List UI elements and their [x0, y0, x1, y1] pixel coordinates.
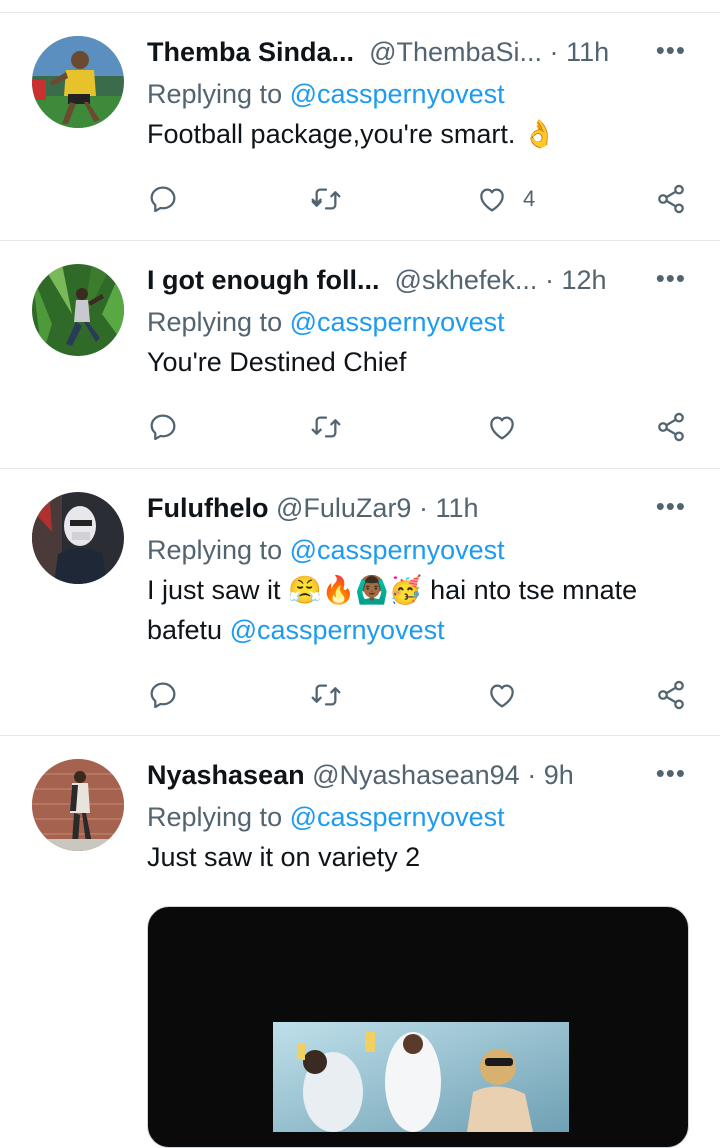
replying-to-mention[interactable]: @casspernyovest	[290, 307, 505, 337]
author-handle[interactable]: @skhefek...	[394, 265, 537, 295]
replying-to-line: Replying to @casspernyovest	[147, 530, 692, 570]
author-name[interactable]: I got enough foll...	[147, 265, 379, 295]
more-options-icon[interactable]: •••	[656, 263, 686, 293]
more-options-icon[interactable]: •••	[656, 491, 686, 521]
heart-icon	[490, 684, 514, 708]
replying-to-label: Replying to	[147, 802, 283, 832]
share-icon	[658, 412, 684, 442]
author-handle[interactable]: @ThembaSi...	[369, 37, 542, 67]
replying-to-label: Replying to	[147, 307, 283, 337]
timestamp[interactable]: 12h	[561, 265, 606, 295]
tweet-text-end: hai nto tse mnate	[430, 575, 638, 605]
replying-to-line: Replying to @casspernyovest	[147, 797, 692, 837]
separator-dot: ·	[527, 760, 537, 790]
share-icon	[658, 184, 684, 214]
reaction-emojis: 😤🔥🙆🏾‍♂️🥳	[288, 575, 423, 605]
like-button[interactable]	[485, 675, 519, 715]
heart-icon	[490, 416, 514, 440]
share-button[interactable]	[654, 407, 688, 447]
tweet-3[interactable]: Fulufhelo @FuluZar9 · 11h ••• Replying t…	[0, 469, 720, 736]
tweet-2[interactable]: I got enough foll... @skhefek... · 12h •…	[0, 241, 720, 469]
separator-dot: ·	[549, 37, 559, 67]
like-button[interactable]	[485, 407, 519, 447]
retweet-button[interactable]	[309, 179, 343, 219]
retweet-button[interactable]	[309, 407, 343, 447]
tweet-text: Football package,you're smart. 👌	[147, 114, 692, 154]
avatar[interactable]	[32, 759, 124, 851]
separator-dot: ·	[418, 493, 428, 523]
author-handle[interactable]: @FuluZar9	[276, 493, 411, 523]
author-name[interactable]: Nyashasean	[147, 760, 305, 790]
replying-to-mention[interactable]: @casspernyovest	[290, 535, 505, 565]
ok-hand-emoji: 👌	[522, 119, 557, 149]
retweet-icon	[311, 416, 341, 438]
avatar[interactable]	[32, 492, 124, 584]
avatar[interactable]	[32, 264, 124, 356]
replying-to-mention[interactable]: @casspernyovest	[290, 79, 505, 109]
tweet-text-line2: bafetu	[147, 615, 223, 645]
author-name[interactable]: Fulufhelo	[147, 493, 268, 523]
retweet-button[interactable]	[309, 675, 343, 715]
replying-to-label: Replying to	[147, 535, 283, 565]
share-button[interactable]	[654, 675, 688, 715]
replying-to-mention[interactable]: @casspernyovest	[290, 802, 505, 832]
reply-icon	[150, 682, 176, 709]
avatar[interactable]	[32, 36, 124, 128]
timestamp[interactable]: 9h	[544, 760, 574, 790]
retweet-icon	[311, 684, 341, 706]
inline-mention[interactable]: @casspernyovest	[230, 615, 445, 645]
tweet-text-content: Football package,you're smart.	[147, 119, 516, 149]
share-button[interactable]	[654, 179, 688, 219]
like-button[interactable]: 4	[475, 179, 535, 219]
tv-screen-image	[273, 1022, 569, 1132]
timestamp[interactable]: 11h	[435, 493, 478, 523]
reply-icon	[150, 414, 176, 441]
share-icon	[658, 680, 684, 710]
replying-to-line: Replying to @casspernyovest	[147, 302, 692, 342]
replying-to-label: Replying to	[147, 79, 283, 109]
reply-button[interactable]	[147, 675, 179, 715]
tweet-text: Just saw it on variety 2	[147, 842, 421, 872]
retweet-icon	[311, 188, 341, 210]
reply-icon	[150, 186, 176, 213]
reply-button[interactable]	[147, 179, 179, 219]
replying-to-line: Replying to @casspernyovest	[147, 74, 692, 114]
separator-dot: ·	[544, 265, 554, 295]
timestamp[interactable]: 11h	[566, 37, 609, 67]
tweet-text: I just saw it 😤🔥🙆🏾‍♂️🥳 hai nto tse mnate…	[147, 570, 692, 650]
author-handle[interactable]: @Nyashasean94	[312, 760, 520, 790]
more-options-icon[interactable]: •••	[656, 35, 686, 65]
heart-icon	[480, 188, 504, 212]
author-name[interactable]: Themba Sinda...	[147, 37, 354, 67]
more-options-icon[interactable]: •••	[656, 758, 686, 788]
tweet-text: You're Destined Chief	[147, 347, 407, 377]
tweet-1[interactable]: Themba Sinda... @ThembaSi... · 11h ••• R…	[0, 13, 720, 241]
tweet-text-start: I just saw it	[147, 575, 281, 605]
like-count: 4	[523, 186, 536, 211]
tweet-media-image[interactable]	[147, 906, 689, 1148]
reply-button[interactable]	[147, 407, 179, 447]
